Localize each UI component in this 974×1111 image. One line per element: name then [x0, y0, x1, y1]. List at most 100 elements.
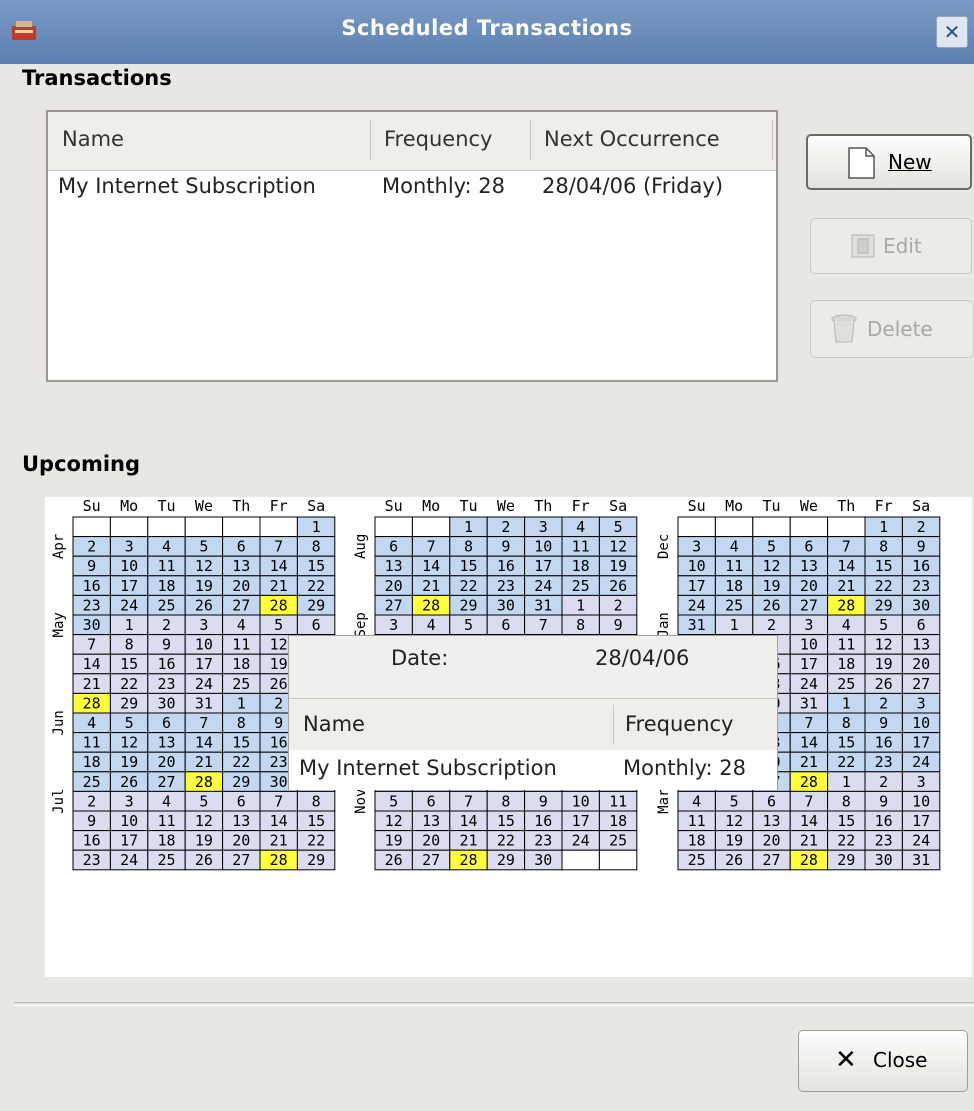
calendar-day-number: 7 [274, 538, 283, 556]
weekday-header: Tu [157, 497, 175, 515]
calendar-day-number: 1 [125, 616, 134, 634]
weekday-header: Mo [120, 497, 138, 515]
calendar-day-cell[interactable] [677, 516, 716, 538]
calendar-day-cell[interactable] [752, 516, 791, 538]
new-button[interactable]: New [806, 134, 972, 190]
calendar-day-number: 12 [195, 812, 213, 830]
month-label: Nov [353, 789, 369, 814]
weekday-header: Th [837, 497, 855, 515]
calendar-day-number: 24 [912, 832, 930, 850]
month-label: Apr [51, 534, 67, 559]
calendar-day-number: 15 [837, 734, 855, 752]
calendar-day-number: 6 [237, 792, 246, 810]
row-frequency: Monthly: 28 [382, 174, 506, 198]
calendar-day-number: 28 [800, 773, 818, 791]
calendar-day-number: 28 [270, 851, 288, 869]
calendar-day-number: 8 [237, 714, 246, 732]
calendar-day-number: 4 [576, 518, 585, 536]
divider [14, 1002, 974, 1006]
calendar-day-number: 9 [539, 792, 548, 810]
calendar-day-number: 14 [270, 557, 288, 575]
calendar-day-cell[interactable] [184, 516, 224, 538]
calendar-day-number: 20 [232, 832, 250, 850]
calendar-day-number: 11 [157, 812, 175, 830]
calendar-day-number: 8 [576, 616, 585, 634]
calendar-day-cell[interactable] [411, 516, 451, 538]
calendar-day-number: 28 [459, 851, 477, 869]
calendar-day-number: 29 [875, 596, 893, 614]
transactions-list[interactable]: Name Frequency Next Occurrence My Intern… [46, 110, 778, 382]
column-header-frequency[interactable]: Frequency [384, 127, 493, 151]
calendar-day-number: 3 [692, 538, 701, 556]
calendar-day-number: 8 [501, 792, 510, 810]
calendar-day-number: 17 [800, 655, 818, 673]
calendar-day-number: 19 [270, 655, 288, 673]
calendar-day-cell[interactable] [259, 516, 298, 538]
calendar-day-number: 3 [917, 773, 926, 791]
calendar-day-number: 1 [879, 518, 888, 536]
calendar-day-number: 28 [195, 773, 213, 791]
window-close-button[interactable]: ✕ [936, 16, 968, 48]
list-header: Name Frequency Next Occurrence [48, 112, 776, 171]
calendar-day-number: 14 [83, 655, 101, 673]
calendar-day-number: 16 [157, 655, 175, 673]
calendar-day-number: 9 [614, 616, 623, 634]
calendar-day-number: 7 [87, 636, 96, 654]
calendar-day-number: 25 [837, 675, 855, 693]
calendar-day-cell[interactable] [72, 516, 111, 538]
calendar-day-cell[interactable] [222, 516, 261, 538]
calendar-day-number: 21 [270, 577, 288, 595]
delete-button[interactable]: Delete [810, 300, 974, 358]
calendar-day-number: 2 [879, 694, 888, 712]
calendar-day-number: 12 [725, 812, 743, 830]
close-button[interactable]: ✕ Close [798, 1030, 968, 1092]
edit-icon [851, 234, 875, 258]
calendar-day-number: 18 [688, 832, 706, 850]
calendar-day-cell[interactable] [561, 849, 600, 871]
calendar-day-number: 23 [534, 832, 552, 850]
calendar-day-number: 27 [762, 851, 780, 869]
calendar-day-number: 7 [842, 538, 851, 556]
calendar-day-number: 31 [534, 596, 552, 614]
calendar-day-cell[interactable] [109, 516, 149, 538]
calendar-day-number: 7 [427, 538, 436, 556]
calendar-day-cell[interactable] [789, 516, 829, 538]
calendar-day-number: 5 [767, 538, 776, 556]
calendar-day-number: 4 [87, 714, 96, 732]
calendar-day-number: 8 [125, 636, 134, 654]
calendar-day-number: 11 [725, 557, 743, 575]
calendar-day-number: 21 [837, 577, 855, 595]
calendar-day-number: 20 [762, 832, 780, 850]
calendar-day-number: 11 [157, 557, 175, 575]
calendar-day-number: 24 [195, 675, 213, 693]
calendar-day-number: 5 [199, 792, 208, 810]
calendar-day-number: 17 [534, 557, 552, 575]
calendar-day-number: 25 [572, 577, 590, 595]
column-header-name[interactable]: Name [62, 127, 124, 151]
calendar-day-number: 10 [120, 812, 138, 830]
calendar-day-cell[interactable] [374, 516, 413, 538]
column-header-next-occurrence[interactable]: Next Occurrence [544, 127, 720, 151]
calendar-day-number: 24 [120, 851, 138, 869]
calendar-day-number: 15 [837, 812, 855, 830]
calendar-day-cell[interactable] [714, 516, 754, 538]
calendar-day-number: 13 [762, 812, 780, 830]
calendar-day-number: 21 [270, 832, 288, 850]
calendar-day-number: 24 [120, 596, 138, 614]
edit-button-label: Edit [883, 234, 922, 258]
calendar-day-number: 6 [767, 792, 776, 810]
calendar-day-cell[interactable] [598, 849, 638, 871]
month-label: Aug [353, 534, 369, 559]
calendar-day-number: 12 [762, 557, 780, 575]
calendar-day-number: 10 [688, 557, 706, 575]
close-icon: ✕ [835, 1045, 857, 1075]
edit-button[interactable]: Edit [810, 218, 972, 274]
popup-row-frequency: Monthly: 28 [623, 756, 747, 780]
calendar-day-cell[interactable] [827, 516, 866, 538]
calendar-day-number: 7 [539, 616, 548, 634]
calendar-day-number: 22 [307, 577, 325, 595]
calendar-day-cell[interactable] [147, 516, 186, 538]
weekday-header: We [800, 497, 818, 515]
weekday-header: Tu [459, 497, 477, 515]
calendar-day-number: 2 [501, 518, 510, 536]
